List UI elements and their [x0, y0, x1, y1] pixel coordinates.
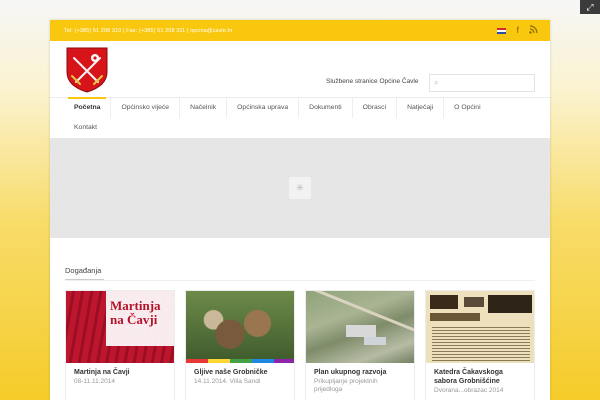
search-icon: ⌕: [434, 78, 439, 87]
top-bar: Tel: (+385) 51 208 310 | Fax: (+385) 51 …: [50, 20, 550, 41]
thumbnail-text: Martinja na Čavji: [110, 298, 161, 327]
section-divider: [65, 280, 535, 281]
loading-spinner-icon: ✳: [289, 177, 311, 199]
main-navigation: Početna Općinsko vijeće Načelnik Općinsk…: [50, 97, 550, 137]
search-box: ⌕: [429, 74, 535, 92]
rss-icon[interactable]: [529, 25, 538, 36]
site-header: Službene stranice Općine Čavle ⌕: [50, 41, 550, 97]
coat-of-arms-logo[interactable]: [65, 46, 109, 94]
event-card[interactable]: Gljive naše Grobničke 14.11.2014. Villa …: [185, 290, 295, 400]
nav-item-dokumenti[interactable]: Dokumenti: [299, 98, 353, 118]
nav-item-nacelnik[interactable]: Načelnik: [180, 98, 228, 118]
event-card[interactable]: Katedra Čakavskoga sabora Grobnišćine Dv…: [425, 290, 535, 400]
events-list: Martinja na Čavji Martinja na Čavji 08-1…: [65, 290, 535, 400]
contact-info: Tel: (+385) 51 208 310 | Fax: (+385) 51 …: [64, 27, 233, 34]
section-title-underline: [65, 279, 104, 280]
event-meta: 14.11.2014. Villa Sandi: [194, 378, 261, 385]
event-card[interactable]: Plan ukupnog razvoja Prikupljanje projek…: [305, 290, 415, 400]
nav-item-o-opcini[interactable]: O Općini: [444, 98, 490, 118]
event-meta: 08-11.11.2014: [74, 378, 115, 385]
nav-item-kontakt[interactable]: Kontakt: [64, 118, 107, 138]
event-thumbnail[interactable]: [306, 291, 414, 363]
image-slider[interactable]: ✳: [50, 138, 550, 238]
social-icons: f: [497, 25, 538, 36]
event-meta: Dvorana...obrazac 2014: [434, 387, 504, 394]
event-meta: Prikupljanje projektnih prijedloga: [314, 378, 378, 393]
page-wrapper: Tel: (+385) 51 208 310 | Fax: (+385) 51 …: [50, 20, 550, 400]
event-title[interactable]: Katedra Čakavskoga sabora Grobnišćine: [426, 363, 534, 386]
event-title[interactable]: Gljive naše Grobničke: [186, 363, 294, 377]
event-thumbnail[interactable]: [426, 291, 534, 363]
nav-item-natjecaji[interactable]: Natječaji: [397, 98, 445, 118]
nav-item-pocetna[interactable]: Početna: [64, 97, 112, 118]
facebook-icon[interactable]: f: [516, 26, 519, 35]
event-card[interactable]: Martinja na Čavji Martinja na Čavji 08-1…: [65, 290, 175, 400]
event-title[interactable]: Plan ukupnog razvoja: [306, 363, 414, 377]
search-input[interactable]: [441, 80, 532, 86]
event-thumbnail[interactable]: [186, 291, 294, 363]
site-label: Službene stranice Općine Čavle: [326, 78, 419, 85]
nav-item-obrasci[interactable]: Obrasci: [353, 98, 398, 118]
english-flag-icon[interactable]: [497, 27, 507, 34]
corner-toggle-button[interactable]: ⤢: [580, 0, 600, 14]
event-thumbnail[interactable]: Martinja na Čavji: [66, 291, 174, 363]
section-title-events: Događanja: [65, 266, 102, 275]
nav-item-opcinsko-vijece[interactable]: Općinsko vijeće: [111, 98, 181, 118]
nav-item-opcinska-uprava[interactable]: Općinska uprava: [227, 98, 300, 118]
event-title[interactable]: Martinja na Čavji: [66, 363, 174, 377]
